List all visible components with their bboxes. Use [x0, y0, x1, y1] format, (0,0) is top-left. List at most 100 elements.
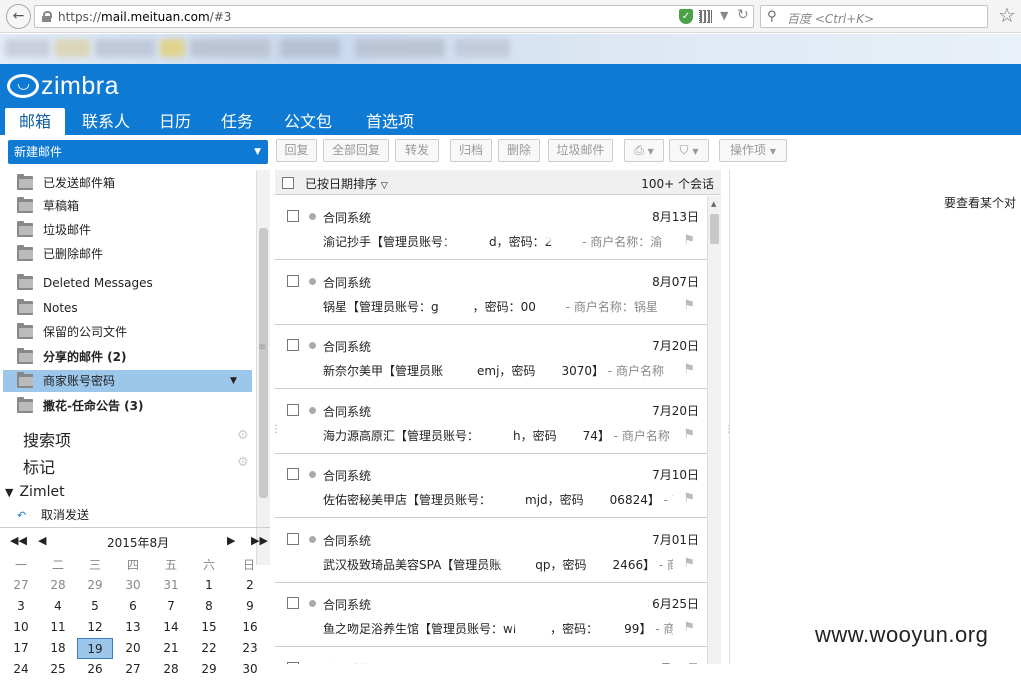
calendar-day[interactable]: 9 — [232, 596, 268, 617]
calendar-day[interactable]: 27 — [3, 575, 39, 596]
calendar-day[interactable]: 26 — [77, 659, 113, 680]
scrollbar-thumb[interactable] — [710, 214, 719, 244]
calendar-day[interactable]: 5 — [77, 596, 113, 617]
scrollbar-thumb[interactable] — [259, 228, 268, 498]
shield-icon[interactable]: ✓ — [679, 9, 693, 24]
next-year-icon[interactable]: ▶▶ — [251, 534, 268, 547]
browser-search-input[interactable]: ⚲ 百度 <Ctrl+K> — [760, 5, 988, 28]
qr-code-icon[interactable] — [699, 10, 712, 23]
reload-icon[interactable]: ↻ — [737, 7, 749, 23]
calendar-day[interactable]: 29 — [77, 575, 113, 596]
message-checkbox[interactable] — [287, 468, 299, 480]
print-button[interactable]: ⎙ ▼ — [624, 139, 664, 162]
calendar-day[interactable]: 22 — [191, 638, 227, 659]
calendar-day[interactable]: 10 — [3, 617, 39, 638]
folder-sent[interactable]: 已发送邮件箱 — [17, 172, 247, 194]
back-arrow-icon[interactable]: ← — [6, 4, 31, 29]
folder-scrollbar[interactable] — [256, 170, 270, 565]
calendar-day[interactable]: 3 — [3, 596, 39, 617]
folder-drafts[interactable]: 草稿箱 — [17, 195, 247, 217]
new-mail-button[interactable]: 新建邮件 ▼ — [8, 140, 268, 164]
message-checkbox[interactable] — [287, 339, 299, 351]
list-item[interactable]: 合同系统 8月07日 锅星【管理员账号：g ，密码：00 - 商户名称：锅星 ⚑ — [275, 260, 707, 325]
calendar-day[interactable]: 25 — [40, 659, 76, 680]
next-month-icon[interactable]: ▶ — [227, 534, 235, 547]
tab-preferences[interactable]: 首选项 — [351, 108, 429, 135]
tab-contacts[interactable]: 联系人 — [71, 108, 141, 135]
calendar-day[interactable]: 7 — [153, 596, 189, 617]
message-checkbox[interactable] — [287, 210, 299, 222]
folder-merchant-accounts[interactable]: 商家账号密码 ▼ — [17, 370, 247, 392]
tab-briefcase[interactable]: 公文包 — [271, 108, 345, 135]
calendar-day[interactable]: 6 — [115, 596, 151, 617]
gear-icon[interactable]: ⚙ — [237, 455, 249, 470]
message-checkbox[interactable] — [287, 532, 299, 545]
gear-icon[interactable]: ⚙ — [237, 428, 249, 443]
pane-resize-handle[interactable]: ≡ — [258, 342, 267, 353]
select-all-checkbox[interactable] — [282, 177, 294, 189]
tab-tasks[interactable]: 任务 — [209, 108, 265, 135]
unread-dot-icon[interactable] — [309, 277, 316, 285]
calendar-day[interactable]: 24 — [3, 659, 39, 680]
calendar-day[interactable]: 28 — [153, 659, 189, 680]
sort-by-date[interactable]: 已按日期排序 ▽ — [305, 175, 388, 192]
calendar-day[interactable]: 18 — [40, 638, 76, 659]
list-item[interactable]: 合同系统6月15日⚑ — [275, 647, 707, 664]
delete-button[interactable]: 删除 — [498, 139, 540, 162]
folder-deleted-messages[interactable]: Deleted Messages — [17, 272, 247, 294]
flag-icon[interactable]: ⚑ — [683, 233, 695, 248]
calendar-day[interactable]: 1 — [191, 575, 227, 596]
chevron-down-icon[interactable]: ▼ — [230, 370, 237, 392]
unread-dot-icon[interactable] — [309, 406, 316, 414]
actions-button[interactable]: 操作项 ▼ — [719, 139, 787, 162]
searches-header[interactable]: 搜索项 — [23, 427, 71, 451]
tab-mail[interactable]: 邮箱 — [5, 108, 65, 135]
calendar-day[interactable]: 16 — [232, 617, 268, 638]
calendar-day[interactable]: 14 — [153, 617, 189, 638]
calendar-day[interactable]: 21 — [153, 638, 189, 659]
calendar-day[interactable]: 12 — [77, 617, 113, 638]
prev-month-icon[interactable]: ◀ — [38, 534, 46, 547]
folder-trash[interactable]: 已删除邮件 — [17, 243, 247, 265]
bookmark-star-icon[interactable]: ☆ — [998, 3, 1016, 27]
calendar-day[interactable]: 15 — [191, 617, 227, 638]
forward-button[interactable]: 转发 — [395, 139, 439, 162]
calendar-day[interactable]: 30 — [115, 575, 151, 596]
folder-notes[interactable]: Notes — [17, 297, 247, 319]
message-checkbox[interactable] — [287, 403, 299, 416]
zimlet-header[interactable]: ▼ Zimlet — [5, 484, 65, 500]
list-item[interactable]: 合同系统7月01日武汉极致琦品美容SPA【管理员账qp，密码2466】 - 商户… — [275, 518, 707, 583]
calendar-day[interactable]: 20 — [115, 638, 151, 659]
calendar-day[interactable]: 13 — [115, 617, 151, 638]
folder-shared-mail[interactable]: 分享的邮件 (2) — [17, 346, 247, 368]
list-item[interactable]: 合同系统 7月20日 海力源高原汇【管理员账号： h，密码 74】 - 商户名称 ⚑ — [275, 389, 707, 454]
unread-dot-icon[interactable] — [309, 342, 316, 349]
flag-icon[interactable]: ⚑ — [683, 298, 695, 313]
unread-dot-icon[interactable] — [309, 213, 316, 220]
calendar-day[interactable]: 28 — [40, 575, 76, 596]
message-checkbox[interactable] — [287, 597, 299, 609]
address-bar[interactable]: https://mail.meituan.com/#3 ✓ ▼ ↻ — [34, 5, 754, 28]
flag-icon[interactable]: ⚑ — [683, 362, 695, 377]
calendar-day[interactable]: 29 — [191, 659, 227, 680]
unread-dot-icon[interactable] — [309, 600, 316, 607]
reply-button[interactable]: 回复 — [276, 139, 317, 162]
flag-icon[interactable]: ⚑ — [683, 491, 695, 506]
list-item[interactable]: 合同系统 6月25日鱼之吻足浴养生馆【管理员账号：wl，密码：99】 - 商户 ⚑ — [275, 583, 707, 647]
junk-button[interactable]: 垃圾邮件 — [548, 139, 613, 162]
url-dropdown-icon[interactable]: ▼ — [720, 9, 728, 22]
folder-junk[interactable]: 垃圾邮件 — [17, 219, 247, 241]
list-item[interactable]: 合同系统7月10日佐佑密秘美甲店【管理员账号：mjd，密码06824】 - 商户… — [275, 454, 707, 518]
message-checkbox[interactable] — [287, 274, 299, 287]
undo-send-item[interactable]: ↶ 取消发送 — [17, 506, 89, 523]
tags-header[interactable]: 标记 — [23, 454, 55, 478]
pane-resize-handle[interactable]: ⋮ — [271, 424, 281, 435]
calendar-day[interactable]: 8 — [191, 596, 227, 617]
calendar-day[interactable]: 2 — [232, 575, 268, 596]
calendar-day[interactable]: 31 — [153, 575, 189, 596]
scroll-up-icon[interactable]: ▲ — [711, 200, 716, 208]
calendar-day[interactable]: 17 — [3, 638, 39, 659]
folder-announcements[interactable]: 撒花-任命公告 (3) — [17, 395, 247, 417]
unread-dot-icon[interactable] — [309, 471, 316, 478]
calendar-day[interactable]: 4 — [40, 596, 76, 617]
